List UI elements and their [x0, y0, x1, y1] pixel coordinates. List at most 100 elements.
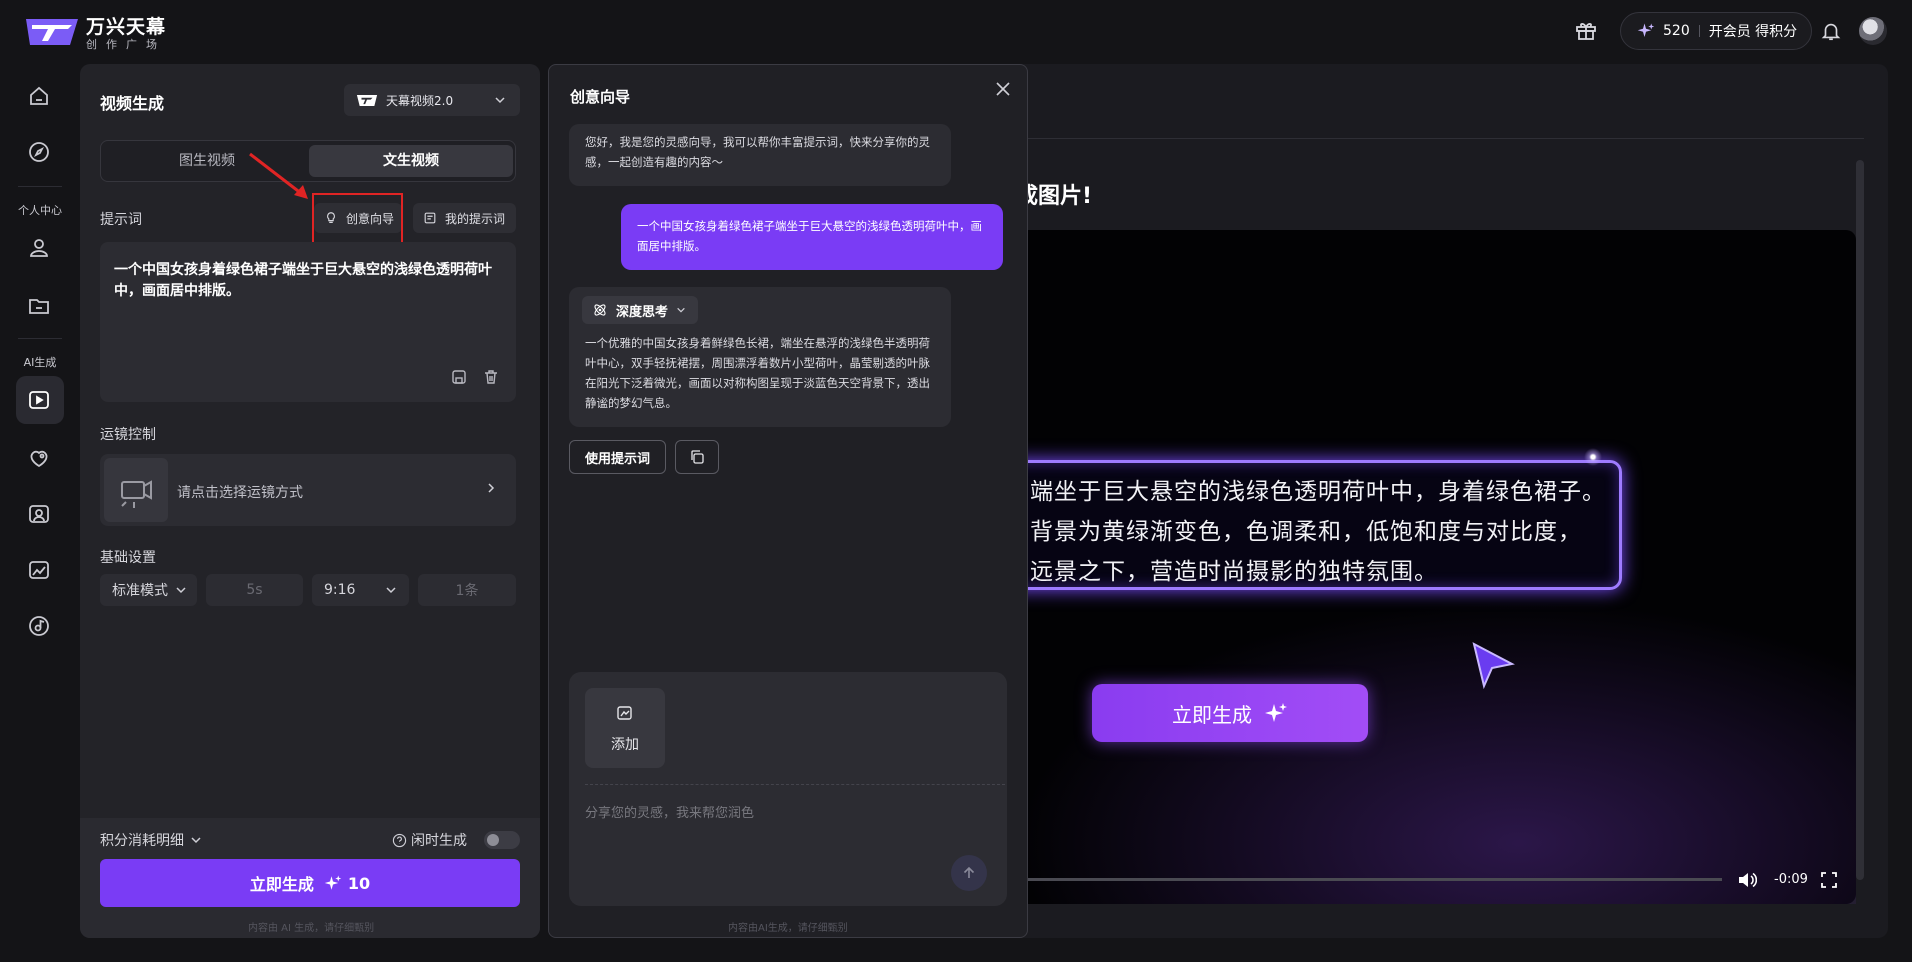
image-gen-icon[interactable]	[27, 446, 51, 470]
video-gen-icon[interactable]	[27, 388, 51, 412]
camera-move-icon	[121, 480, 152, 508]
send-button[interactable]	[951, 855, 987, 891]
prompt-text[interactable]: 一个中国女孩身着绿色裙子端坐于巨大悬空的浅绿色透明荷叶中，画面居中排版。	[114, 260, 504, 302]
video-time: -0:09	[1774, 872, 1808, 887]
copy-icon	[691, 450, 704, 464]
cursor-arrow-icon	[1470, 642, 1516, 690]
credits-pill[interactable]: 520 开会员 得积分	[1620, 12, 1812, 50]
sidebar-divider	[18, 338, 62, 339]
chevron-down-icon	[176, 587, 186, 594]
generate-button[interactable]: 立即生成 10	[100, 859, 520, 907]
model-select[interactable]: 天幕视频2.0	[344, 84, 520, 116]
camera-thumb	[104, 458, 168, 522]
photo-edit-icon[interactable]	[27, 558, 51, 582]
add-label: 添加	[611, 737, 639, 753]
ratio-select[interactable]: 9:16	[312, 574, 409, 606]
idle-generate-label: 闲时生成	[411, 833, 467, 849]
duration-select[interactable]: 5s	[206, 574, 303, 606]
trash-icon[interactable]	[482, 368, 500, 386]
my-prompts-chip[interactable]: 我的提示词	[413, 203, 516, 233]
basic-settings-label: 基础设置	[100, 550, 156, 566]
brand-title: 万兴天幕	[86, 16, 167, 38]
modal-footer-note: 内容由AI生成，请仔细甄别	[728, 923, 848, 934]
neon-line-1: 端坐于巨大悬空的浅绿色透明荷叶中，身着绿色裙子。	[1030, 479, 1606, 505]
count-select[interactable]: 1条	[418, 574, 516, 606]
sidebar-section-ai: AI生成	[23, 356, 57, 369]
avatar[interactable]	[1859, 17, 1887, 45]
my-prompts-label: 我的提示词	[445, 211, 506, 226]
brand-subtitle: 创作广场	[86, 38, 166, 51]
divider	[1698, 25, 1700, 37]
sparkle-icon	[324, 875, 342, 890]
idle-generate-toggle[interactable]	[484, 831, 520, 849]
generate-cost: 10	[347, 873, 371, 893]
help-icon[interactable]	[392, 833, 407, 848]
cost-detail-toggle[interactable]: 积分消耗明细	[100, 830, 202, 850]
compass-icon[interactable]	[27, 140, 51, 164]
input-divider	[585, 784, 1005, 785]
video-cta-label: 立即生成	[1172, 702, 1252, 727]
highlight-box	[312, 193, 403, 244]
add-image-button[interactable]: 添加	[585, 688, 665, 768]
expanded-prompt: 一个优雅的中国女孩身着鲜绿色长裙，端坐在悬浮的浅绿色半透明荷叶中心，双手轻抚裙摆…	[585, 336, 930, 410]
camera-placeholder: 请点击选择运镜方式	[177, 485, 303, 501]
chevron-down-icon	[386, 587, 396, 594]
cost-detail-label: 积分消耗明细	[100, 833, 184, 849]
home-icon[interactable]	[27, 84, 51, 108]
arrow-up-icon	[963, 866, 975, 878]
sidebar-section-personal: 个人中心	[18, 204, 62, 217]
tab-text-to-video[interactable]: 文生视频	[309, 145, 513, 177]
neon-line-2: 背景为黄绿渐变色，色调柔和，低饱和度与对比度，	[1030, 519, 1582, 545]
credits-count: 520	[1663, 23, 1690, 39]
idle-generate: 闲时生成	[392, 830, 467, 850]
use-prompt-button[interactable]: 使用提示词	[569, 440, 666, 474]
prompt-label: 提示词	[100, 212, 142, 228]
chevron-down-icon	[191, 837, 201, 844]
ratio-value: 9:16	[324, 582, 356, 598]
video-glow	[1014, 600, 1856, 904]
left-footer-note: 内容由 AI 生成，请仔细甄别	[248, 923, 375, 934]
save-icon[interactable]	[450, 368, 468, 386]
note-icon	[424, 212, 436, 224]
sparkle-icon	[1637, 23, 1655, 37]
generate-label: 立即生成	[249, 875, 314, 894]
chevron-right-icon	[484, 481, 498, 495]
sidebar-divider	[18, 186, 62, 187]
video-progress-bar[interactable]	[1014, 878, 1722, 881]
member-cta[interactable]: 开会员 得积分	[1709, 21, 1797, 41]
deep-think-chip[interactable]: 深度思考	[582, 296, 698, 324]
model-logo-icon	[356, 94, 378, 106]
model-name: 天幕视频2.0	[386, 93, 454, 108]
sparkle-star	[1584, 448, 1602, 466]
add-image-icon	[617, 706, 632, 720]
guide-input[interactable]: 分享您的灵感，我来帮您润色	[585, 802, 754, 821]
fullscreen-icon[interactable]	[1821, 872, 1837, 888]
video-cta-button: 立即生成	[1092, 684, 1368, 742]
gift-icon[interactable]	[1574, 18, 1598, 42]
mode-value: 标准模式	[112, 583, 168, 599]
mode-select[interactable]: 标准模式	[100, 574, 197, 606]
modal-title: 创意向导	[570, 88, 631, 106]
preview-scrollbar[interactable]	[1856, 160, 1864, 880]
preview-divider	[1014, 138, 1864, 139]
annotation-arrow	[246, 150, 312, 202]
deep-think-label: 深度思考	[616, 304, 669, 320]
folder-icon[interactable]	[27, 294, 51, 318]
user-message: 一个中国女孩身着绿色裙子端坐于巨大悬空的浅绿色透明荷叶中，画面居中排版。	[621, 204, 1003, 270]
avatar-gen-icon[interactable]	[27, 502, 51, 526]
bell-icon[interactable]	[1820, 20, 1842, 42]
music-icon[interactable]	[27, 614, 51, 638]
panel-title: 视频生成	[100, 94, 165, 113]
sparkle-icon	[1265, 703, 1287, 722]
camera-label: 运镜控制	[100, 427, 156, 443]
neon-line-3: 远景之下，营造时尚摄影的独特氛围。	[1030, 559, 1438, 585]
close-icon[interactable]	[994, 80, 1012, 98]
chevron-down-icon	[495, 97, 505, 104]
assistant-greeting: 您好，我是您的灵感向导，我可以帮你丰富提示词，快来分享你的灵感，一起创造有趣的内…	[569, 124, 951, 186]
volume-icon[interactable]	[1737, 870, 1757, 890]
atom-icon	[594, 304, 606, 316]
user-icon[interactable]	[27, 236, 51, 260]
chevron-down-icon	[677, 307, 685, 313]
copy-button[interactable]	[675, 440, 719, 474]
brand-logo[interactable]	[24, 15, 80, 49]
